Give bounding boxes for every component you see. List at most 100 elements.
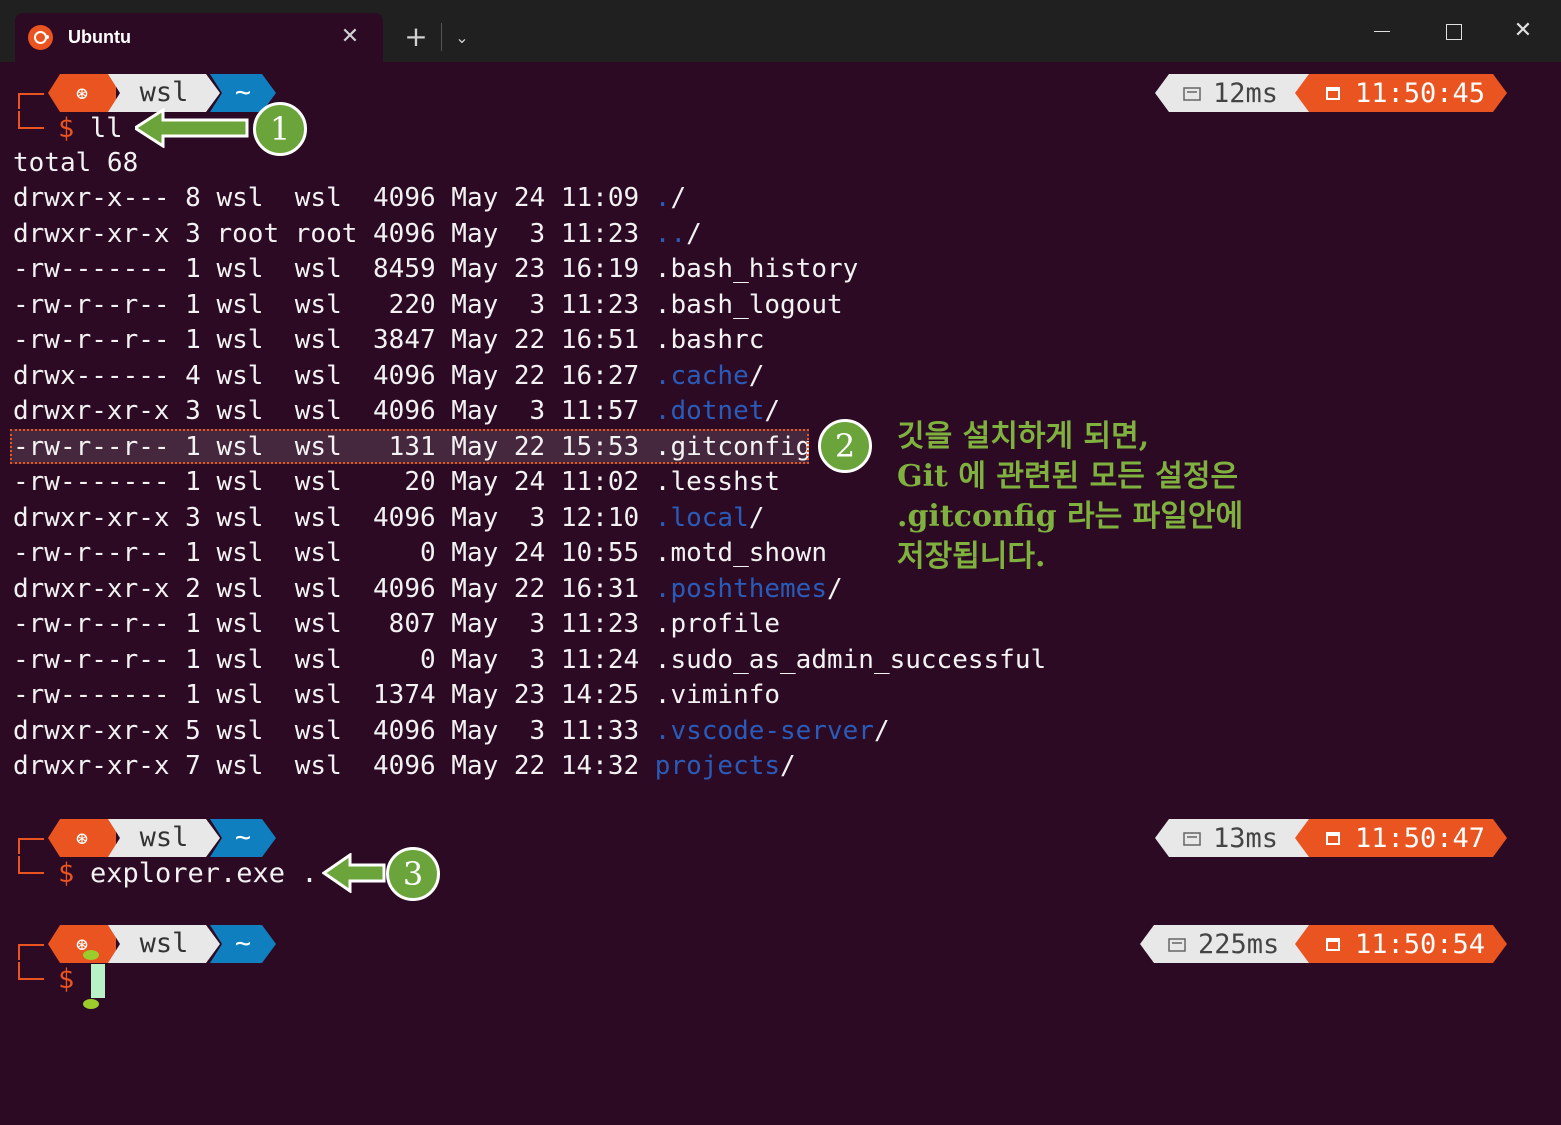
file-name: .bash_logout: [654, 289, 843, 320]
cursor-marker-top: [83, 950, 99, 960]
file-meta: drwx------ 4 wsl wsl 4096 May 22 16:27: [13, 360, 655, 391]
file-name: .local: [654, 502, 749, 533]
arrow-1-icon: [135, 108, 249, 148]
annotation-note: 깃을 설치하게 되면, Git 에 관련된 모든 설정은 .gitconfig …: [897, 419, 1244, 574]
listing-row: drwxr-xr-x 3 root root 4096 May 3 11:23 …: [13, 216, 702, 252]
file-meta: drwxr-xr-x 3 wsl wsl 4096 May 3 11:57: [13, 396, 655, 426]
file-meta: drwxr-xr-x 5 wsl wsl 4096 May 3 11:33: [13, 715, 655, 746]
os-segment-icon: ⊛: [48, 925, 116, 963]
file-meta: drwxr-xr-x 3 wsl wsl 4096 May 3 12:10: [13, 502, 655, 533]
prompt-corner-bottom: [18, 111, 44, 129]
tab-title: Ubuntu: [68, 27, 131, 47]
file-suffix: /: [670, 183, 687, 213]
listing-row: -rw------- 1 wsl wsl 1374 May 23 14:25 .…: [13, 677, 780, 713]
file-meta: -rw------- 1 wsl wsl 8459 May 23 16:19: [13, 254, 655, 284]
file-meta: -rw------- 1 wsl wsl 20 May 24 11:02: [13, 467, 655, 497]
clock-segment: 11:50:54: [1295, 925, 1507, 963]
prompt-dollar: $: [58, 858, 75, 889]
prompt-dollar: $: [58, 113, 75, 144]
file-meta: -rw-r--r-- 1 wsl wsl 0 May 3 11:24: [13, 644, 655, 675]
file-name: .bashrc: [654, 325, 765, 355]
listing-row: drwxr-xr-x 7 wsl wsl 4096 May 22 14:32 p…: [13, 748, 796, 784]
duration-text: 12ms: [1213, 78, 1279, 109]
file-suffix: /: [764, 396, 781, 426]
title-bar: Ubuntu ✕ + ⌄ ✕: [0, 0, 1561, 62]
os-segment-icon: ⊛: [48, 819, 116, 857]
new-tab-button[interactable]: +: [401, 22, 431, 52]
os-segment-icon: ⊛: [48, 74, 116, 112]
listing-row: -rw-r--r-- 1 wsl wsl 0 May 24 10:55 .mot…: [13, 535, 827, 571]
step-badge-2: 2: [818, 419, 872, 473]
gitconfig-highlight: [10, 429, 809, 464]
right-prompt-2: 13ms 11:50:47: [1155, 819, 1507, 857]
file-suffix: /: [873, 715, 890, 746]
file-name: .sudo_as_admin_successful: [654, 644, 1047, 675]
user-segment: wsl: [108, 74, 220, 112]
file-meta: drwxr-xr-x 7 wsl wsl 4096 May 22 14:32: [13, 751, 655, 781]
file-suffix: /: [780, 751, 796, 781]
listing-row: drwxr-x--- 8 wsl wsl 4096 May 24 11:09 .…: [13, 180, 686, 216]
close-window-button[interactable]: ✕: [1506, 14, 1540, 48]
file-name: .: [654, 183, 671, 213]
file-meta: -rw-r--r-- 1 wsl wsl 807 May 3 11:23: [13, 609, 655, 639]
calendar-icon: [1325, 74, 1343, 88]
listing-row: drwxr-xr-x 5 wsl wsl 4096 May 3 11:33 .v…: [13, 713, 890, 749]
duration-text: 225ms: [1198, 929, 1280, 960]
prompt-corner-bottom: [18, 962, 44, 980]
listing-row: -rw------- 1 wsl wsl 20 May 24 11:02 .le…: [13, 464, 780, 500]
file-name: .poshthemes: [654, 573, 827, 604]
listing-row: -rw-r--r-- 1 wsl wsl 807 May 3 11:23 .pr…: [13, 606, 780, 642]
listing-row: -rw-r--r-- 1 wsl wsl 0 May 3 11:24 .sudo…: [13, 642, 1046, 678]
tab-close-button[interactable]: ✕: [337, 24, 363, 50]
file-suffix: /: [748, 360, 765, 391]
listing-row: drwx------ 4 wsl wsl 4096 May 22 16:27 .…: [13, 358, 764, 394]
tab-dropdown-button[interactable]: ⌄: [448, 24, 476, 52]
stopwatch-icon: [1183, 819, 1201, 846]
cursor-marker-bottom: [83, 999, 99, 1009]
file-meta: -rw-r--r-- 1 wsl wsl 3847 May 22 16:51: [13, 325, 655, 355]
file-name: projects: [654, 751, 781, 781]
listing-row: -rw-r--r-- 1 wsl wsl 3847 May 22 16:51 .…: [13, 322, 764, 358]
clock-text: 11:50:47: [1355, 823, 1486, 854]
calendar-icon: [1325, 819, 1343, 833]
duration-text: 13ms: [1213, 823, 1279, 854]
terminal-area[interactable]: ⊛ wsl ~ $ ll 12ms 11:50:45 1 total 68 dr…: [0, 62, 1561, 1125]
right-prompt-1: 12ms 11:50:45: [1155, 74, 1507, 112]
clock-text: 11:50:54: [1355, 929, 1486, 960]
prompt-corner-top: [18, 944, 44, 960]
arrow-3-icon: [322, 853, 386, 893]
prompt-corner-bottom: [18, 856, 44, 874]
file-name: .viminfo: [654, 680, 781, 710]
file-meta: -rw-r--r-- 1 wsl wsl 0 May 24 10:55: [13, 538, 655, 568]
total-line: total 68: [13, 148, 139, 178]
file-name: .motd_shown: [654, 538, 827, 568]
stopwatch-icon: [1168, 925, 1186, 952]
file-name: .vscode-server: [654, 715, 874, 746]
command-text: explorer.exe .: [90, 858, 318, 889]
file-meta: -rw-r--r-- 1 wsl wsl 220 May 3 11:23: [13, 289, 655, 320]
listing-row: drwxr-xr-x 3 wsl wsl 4096 May 3 11:57 .d…: [13, 393, 780, 429]
prompt-corner-top: [18, 93, 44, 109]
tab-ubuntu[interactable]: Ubuntu ✕: [15, 13, 383, 62]
prompt-corner-top: [18, 838, 44, 854]
file-suffix: /: [686, 218, 702, 249]
file-name: .dotnet: [654, 396, 765, 426]
text-cursor[interactable]: [91, 964, 105, 998]
file-meta: -rw------- 1 wsl wsl 1374 May 23 14:25: [13, 680, 655, 710]
calendar-icon: [1325, 925, 1343, 939]
divider: [441, 23, 442, 51]
step-badge-1: 1: [253, 102, 307, 156]
command-text: ll: [90, 113, 123, 144]
user-segment: wsl: [108, 819, 220, 857]
file-name: .bash_history: [654, 254, 859, 284]
prompt-dollar: $: [58, 964, 75, 995]
file-name: .lesshst: [654, 467, 781, 497]
minimize-button[interactable]: [1365, 14, 1399, 48]
file-meta: drwxr-x--- 8 wsl wsl 4096 May 24 11:09: [13, 183, 655, 213]
clock-text: 11:50:45: [1355, 78, 1486, 109]
file-meta: drwxr-xr-x 2 wsl wsl 4096 May 22 16:31: [13, 573, 655, 604]
listing-row: -rw-r--r-- 1 wsl wsl 220 May 3 11:23 .ba…: [13, 287, 843, 323]
stopwatch-icon: [1183, 74, 1201, 101]
ubuntu-logo-icon: [28, 25, 53, 50]
maximize-button[interactable]: [1436, 14, 1470, 48]
